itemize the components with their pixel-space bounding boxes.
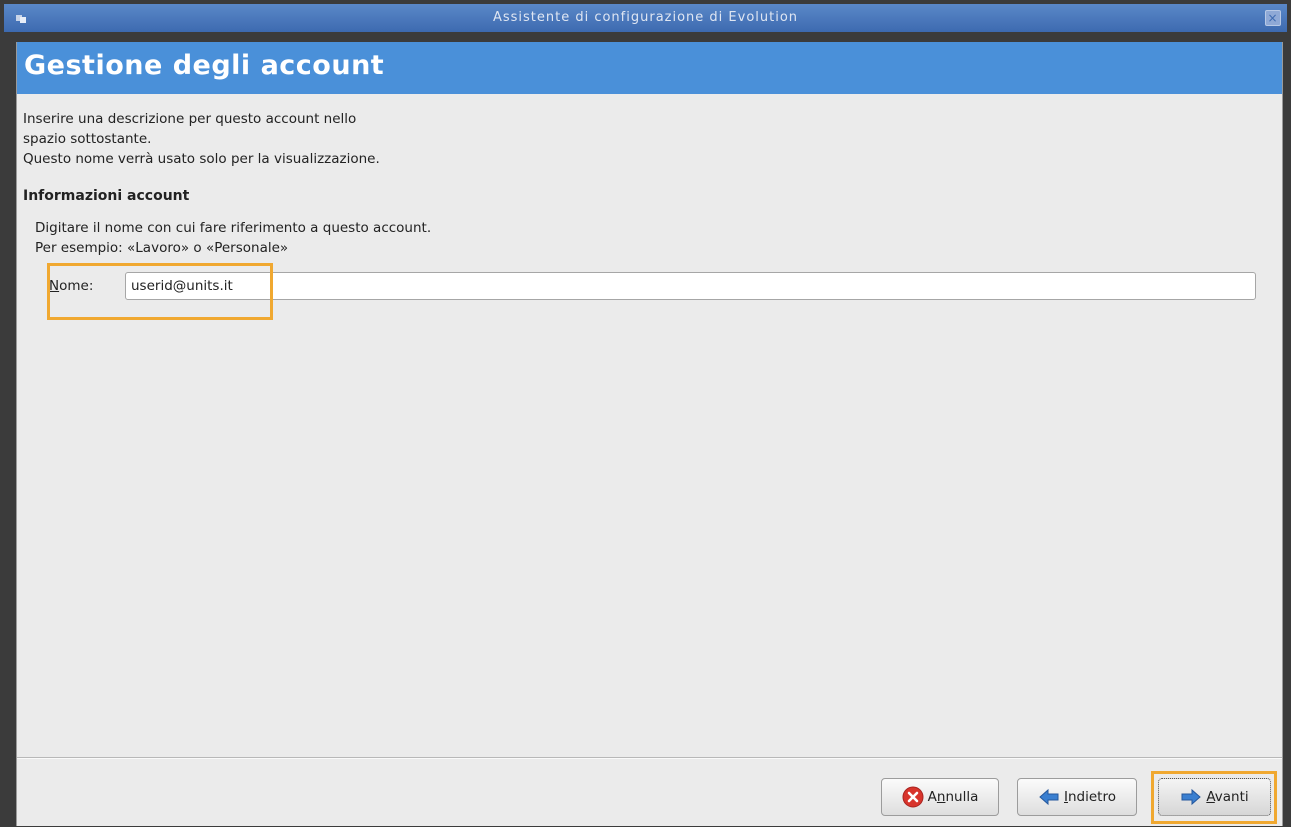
intro-text: Inserire una descrizione per questo acco… [23,109,380,169]
name-input[interactable] [125,272,1256,300]
hint-line: Digitare il nome con cui fare riferiment… [35,220,432,236]
window-title: Assistente di configurazione di Evolutio… [492,10,799,25]
page-title: Gestione degli account [24,50,385,81]
footer-separator [17,757,1282,759]
page-header: Gestione degli account [17,42,1282,94]
intro-line: Inserire una descrizione per questo acco… [23,111,357,127]
arrow-left-icon [1039,788,1059,806]
name-label-mnemonic: N [49,278,60,294]
intro-line: spazio sottostante. [23,131,152,147]
app-window: Assistente di configurazione di Evolutio… [0,0,1291,827]
cancel-icon [902,786,924,808]
hint-line: Per esempio: «Lavoro» o «Personale» [35,240,289,256]
cancel-button[interactable]: Annulla [881,778,999,816]
back-button-label: Indietro [1064,789,1116,805]
intro-line: Questo nome verrà usato solo per la visu… [23,151,380,167]
next-button-label: Avanti [1206,789,1249,805]
next-button[interactable]: Avanti [1158,778,1271,816]
window-titlebar[interactable]: Assistente di configurazione di Evolutio… [4,4,1287,32]
cancel-button-label: Annulla [927,789,979,805]
back-button[interactable]: Indietro [1017,778,1137,816]
name-label: Nome: [49,278,93,294]
name-label-text: ome: [59,278,94,294]
section-title: Informazioni account [23,188,190,204]
wizard-page: Gestione degli account Inserire una desc… [16,42,1283,826]
arrow-right-icon [1181,788,1202,806]
name-hint: Digitare il nome con cui fare riferiment… [35,218,431,258]
close-icon[interactable]: × [1265,10,1281,26]
